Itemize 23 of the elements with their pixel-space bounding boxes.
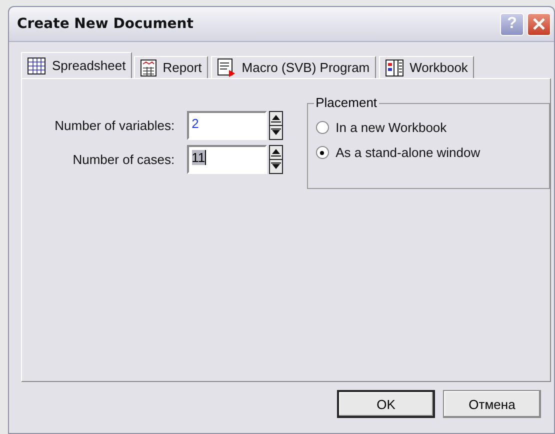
- tab[interactable]: Report: [134, 56, 208, 78]
- close-button[interactable]: [527, 12, 551, 36]
- tab-label: Macro (SVB) Program: [242, 60, 370, 75]
- radio-option[interactable]: In a new Workbook: [316, 118, 549, 137]
- grid-icon: [27, 56, 46, 74]
- cancel-button[interactable]: Отмена: [443, 390, 541, 418]
- ok-button[interactable]: OK: [337, 390, 435, 418]
- spin-buttons[interactable]: [268, 111, 283, 140]
- field-label: Number of variables:: [54, 118, 175, 133]
- tab-label: Spreadsheet: [52, 58, 126, 73]
- field-label: Number of cases:: [72, 152, 175, 167]
- group-title: Placement: [314, 95, 380, 110]
- spin-buttons[interactable]: [268, 145, 283, 174]
- tab-label: Workbook: [410, 60, 468, 75]
- tab[interactable]: Workbook: [378, 56, 474, 78]
- tab-label: Report: [162, 60, 202, 75]
- tab[interactable]: Macro (SVB) Program: [210, 56, 376, 78]
- window-title: Create New Document: [17, 16, 194, 32]
- radio-option[interactable]: As a stand-alone window: [316, 143, 549, 162]
- number-field[interactable]: 2: [186, 111, 267, 140]
- number-field[interactable]: 11: [186, 145, 267, 174]
- tab[interactable]: Spreadsheet: [21, 52, 132, 78]
- close-icon: [532, 17, 546, 31]
